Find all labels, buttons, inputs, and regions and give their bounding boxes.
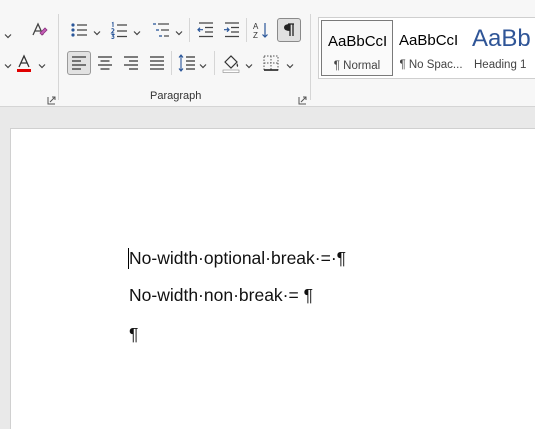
sort-button[interactable]: A Z: [249, 18, 273, 42]
group-separator: [246, 18, 247, 42]
font-color-icon: [17, 54, 31, 72]
align-right-icon: [124, 56, 138, 70]
paragraph-group-label: Paragraph: [150, 90, 202, 102]
document-page[interactable]: No-width·optional·break·=·¶ No-width·non…: [10, 128, 535, 429]
svg-text:A: A: [253, 22, 259, 31]
justify-icon: [150, 56, 164, 70]
decrease-indent-icon: [197, 22, 213, 38]
style-name: ¶ Normal: [333, 60, 381, 72]
align-left-icon: [72, 56, 86, 70]
decrease-indent-button[interactable]: [194, 18, 218, 42]
font-dialog-launcher-icon[interactable]: [47, 92, 56, 105]
style-normal[interactable]: AaBbCcI ¶ Normal: [321, 20, 393, 76]
chevron-down-icon[interactable]: [198, 58, 208, 69]
align-left-button[interactable]: [67, 51, 91, 75]
chevron-down-icon[interactable]: [37, 58, 47, 69]
document-canvas: No-width·optional·break·=·¶ No-width·non…: [0, 107, 535, 429]
styles-gallery: AaBbCcI ¶ Normal AaBbCcI ¶ No Spac... Aa…: [318, 17, 535, 79]
center-button[interactable]: [93, 51, 117, 75]
font-color-button[interactable]: [12, 51, 36, 75]
increase-indent-icon: [224, 22, 239, 38]
document-paragraph[interactable]: No-width·optional·break·=·¶: [129, 248, 346, 269]
chevron-down-icon[interactable]: [132, 25, 142, 36]
shading-button[interactable]: [219, 51, 243, 75]
multilevel-list-icon: [153, 23, 169, 37]
text-cursor: [128, 248, 129, 269]
line-spacing-button[interactable]: [175, 51, 199, 75]
numbering-button[interactable]: [107, 18, 131, 42]
style-preview: AaBb: [472, 25, 531, 52]
align-right-button[interactable]: [119, 51, 143, 75]
svg-text:Z: Z: [253, 31, 258, 40]
sort-icon: A Z: [253, 22, 268, 40]
style-name: Heading 1: [474, 59, 527, 71]
numbering-icon: [110, 21, 127, 39]
style-no-spacing[interactable]: AaBbCcI ¶ No Spac...: [395, 20, 467, 76]
align-center-icon: [98, 56, 112, 70]
document-paragraph[interactable]: ¶: [129, 324, 138, 345]
borders-button[interactable]: [259, 51, 283, 75]
paint-bucket-icon: [222, 55, 240, 73]
document-paragraph[interactable]: No-width·non·break·= ¶: [129, 285, 313, 306]
group-separator: [214, 51, 215, 75]
borders-icon: [263, 55, 279, 71]
clear-formatting-icon: [32, 22, 48, 36]
line-spacing-icon: [178, 54, 195, 72]
chevron-down-icon[interactable]: [285, 58, 295, 69]
chevron-down-icon[interactable]: [244, 58, 254, 69]
chevron-down-icon[interactable]: [174, 25, 184, 36]
justify-button[interactable]: [145, 51, 169, 75]
style-heading-1[interactable]: AaBb Heading 1: [467, 20, 535, 76]
paragraph-dialog-launcher-icon[interactable]: [298, 92, 307, 105]
group-separator: [58, 14, 59, 100]
bullets-button[interactable]: [67, 18, 91, 42]
bullets-icon: [71, 23, 87, 37]
clear-formatting-button[interactable]: [27, 18, 51, 42]
style-name: ¶ No Spac...: [399, 59, 463, 71]
increase-indent-button[interactable]: [220, 18, 244, 42]
chevron-down-icon[interactable]: [3, 28, 13, 39]
group-separator: [189, 18, 190, 42]
style-preview: AaBbCcI: [399, 32, 459, 49]
multilevel-list-button[interactable]: [149, 18, 173, 42]
group-separator: [171, 51, 172, 75]
ribbon: A Z Paragraph AaBbCcI ¶ Normal AaBbCcI ¶…: [0, 0, 535, 107]
show-hide-formatting-marks-button[interactable]: [277, 18, 301, 42]
chevron-down-icon[interactable]: [92, 25, 102, 36]
style-preview: AaBbCcI: [328, 33, 388, 50]
pilcrow-icon: [284, 23, 294, 36]
group-separator: [310, 14, 311, 100]
